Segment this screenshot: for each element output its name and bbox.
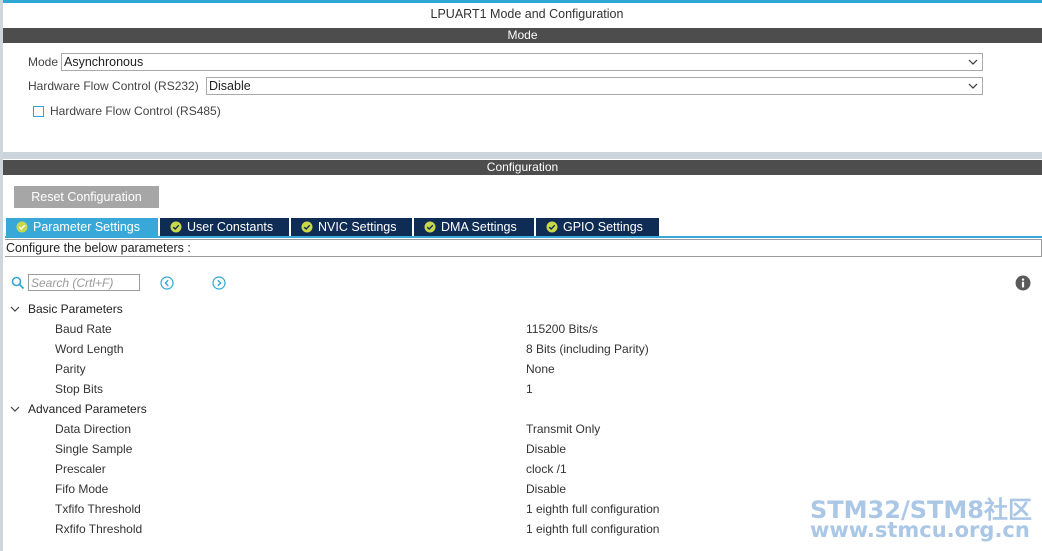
group-label: Advanced Parameters bbox=[28, 402, 147, 416]
param-name: Stop Bits bbox=[55, 382, 104, 396]
param-name: Data Direction bbox=[55, 422, 132, 436]
rs232-select-value: Disable bbox=[209, 79, 251, 93]
mode-select-value: Asynchronous bbox=[64, 55, 144, 69]
tab-label: DMA Settings bbox=[441, 220, 517, 234]
tab-label: GPIO Settings bbox=[563, 220, 643, 234]
config-section-header: Configuration bbox=[3, 160, 1042, 175]
check-circle-icon bbox=[301, 221, 313, 233]
mode-section-header: Mode bbox=[3, 28, 1042, 43]
config-hint: Configure the below parameters : bbox=[5, 239, 1042, 257]
tab-label: Parameter Settings bbox=[33, 220, 140, 234]
group-basic-parameters[interactable]: Basic Parameters bbox=[10, 299, 123, 319]
param-name: Single Sample bbox=[55, 442, 133, 456]
top-accent-bar bbox=[0, 0, 1042, 3]
tab-underline bbox=[5, 236, 1042, 238]
info-icon[interactable] bbox=[1015, 275, 1031, 291]
arrow-left-circle-icon[interactable] bbox=[160, 276, 174, 290]
param-name: Prescaler bbox=[55, 462, 106, 476]
param-value[interactable]: 1 eighth full configuration bbox=[526, 499, 659, 519]
param-value[interactable]: 8 Bits (including Parity) bbox=[526, 339, 649, 359]
check-circle-icon bbox=[546, 221, 558, 233]
tab-label: User Constants bbox=[187, 220, 274, 234]
param-name: Rxfifo Threshold bbox=[55, 522, 143, 536]
search-icon[interactable] bbox=[11, 276, 25, 290]
reset-configuration-button[interactable]: Reset Configuration bbox=[14, 186, 159, 208]
arrow-right-circle-icon[interactable] bbox=[212, 276, 226, 290]
param-name: Baud Rate bbox=[55, 322, 112, 336]
chevron-down-icon bbox=[10, 406, 20, 412]
tab-nvic-settings[interactable]: NVIC Settings bbox=[291, 218, 412, 236]
group-advanced-parameters[interactable]: Advanced Parameters bbox=[10, 399, 147, 419]
check-circle-icon bbox=[16, 221, 28, 233]
mode-select[interactable]: Asynchronous bbox=[61, 53, 983, 71]
rs485-label: Hardware Flow Control (RS485) bbox=[50, 104, 221, 118]
chevron-down-icon bbox=[968, 59, 978, 65]
param-value[interactable]: 1 bbox=[526, 379, 533, 399]
param-value[interactable]: 1 eighth full configuration bbox=[526, 519, 659, 539]
window-title: LPUART1 Mode and Configuration bbox=[430, 7, 624, 21]
tab-dma-settings[interactable]: DMA Settings bbox=[414, 218, 534, 236]
check-circle-icon bbox=[170, 221, 182, 233]
param-value[interactable]: Disable bbox=[526, 439, 566, 459]
param-value[interactable]: Disable bbox=[526, 479, 566, 499]
rs232-label: Hardware Flow Control (RS232) bbox=[28, 79, 199, 93]
tab-label: NVIC Settings bbox=[318, 220, 397, 234]
param-name: Fifo Mode bbox=[55, 482, 109, 496]
watermark-line2: www.stmcu.org.cn bbox=[810, 518, 1030, 542]
param-name: Word Length bbox=[55, 342, 124, 356]
mode-section-divider bbox=[3, 152, 1042, 159]
param-value[interactable]: 115200 Bits/s bbox=[526, 319, 598, 339]
check-circle-icon bbox=[424, 221, 436, 233]
group-label: Basic Parameters bbox=[28, 302, 123, 316]
param-name: Parity bbox=[55, 362, 86, 376]
param-value[interactable]: None bbox=[526, 359, 555, 379]
left-border bbox=[0, 0, 3, 551]
tab-user-constants[interactable]: User Constants bbox=[160, 218, 289, 236]
param-name: Txfifo Threshold bbox=[55, 502, 141, 516]
rs232-select[interactable]: Disable bbox=[206, 77, 983, 95]
search-input[interactable] bbox=[28, 274, 140, 291]
param-value[interactable]: clock /1 bbox=[526, 459, 567, 479]
tab-gpio-settings[interactable]: GPIO Settings bbox=[536, 218, 659, 236]
tab-parameter-settings[interactable]: Parameter Settings bbox=[6, 218, 158, 236]
rs485-checkbox[interactable] bbox=[33, 106, 44, 117]
chevron-down-icon bbox=[10, 306, 20, 312]
mode-label: Mode bbox=[28, 55, 59, 69]
chevron-down-icon bbox=[968, 83, 978, 89]
param-value[interactable]: Transmit Only bbox=[526, 419, 600, 439]
